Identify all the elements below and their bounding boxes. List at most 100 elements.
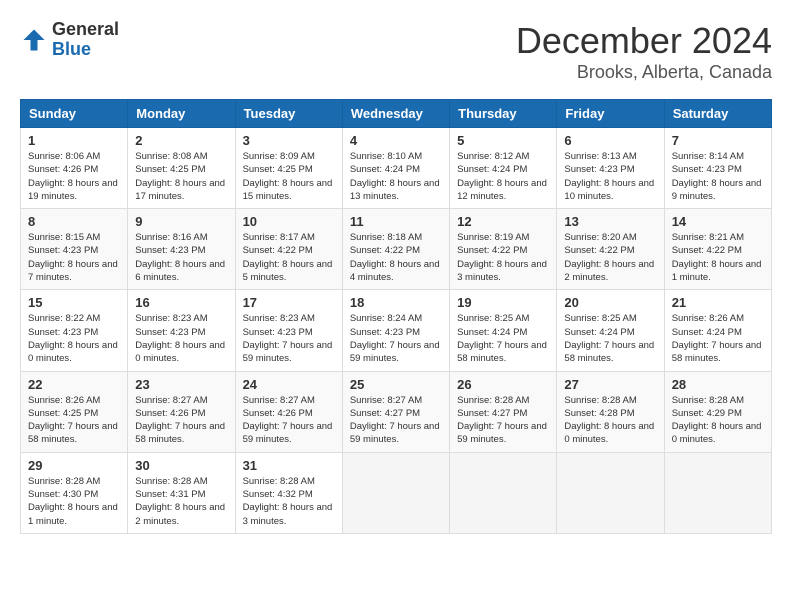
page-header: General Blue December 2024 Brooks, Alber… <box>20 20 772 83</box>
header-day: Thursday <box>450 100 557 128</box>
day-number: 7 <box>672 133 764 148</box>
day-info: Sunrise: 8:17 AMSunset: 4:22 PMDaylight:… <box>243 231 335 284</box>
header-day: Friday <box>557 100 664 128</box>
calendar-cell: 12 Sunrise: 8:19 AMSunset: 4:22 PMDaylig… <box>450 209 557 290</box>
day-number: 13 <box>564 214 656 229</box>
day-info: Sunrise: 8:28 AMSunset: 4:27 PMDaylight:… <box>457 394 549 447</box>
calendar-cell: 13 Sunrise: 8:20 AMSunset: 4:22 PMDaylig… <box>557 209 664 290</box>
day-number: 16 <box>135 295 227 310</box>
calendar-cell: 3 Sunrise: 8:09 AMSunset: 4:25 PMDayligh… <box>235 128 342 209</box>
calendar-cell: 16 Sunrise: 8:23 AMSunset: 4:23 PMDaylig… <box>128 290 235 371</box>
day-number: 3 <box>243 133 335 148</box>
calendar-cell: 18 Sunrise: 8:24 AMSunset: 4:23 PMDaylig… <box>342 290 449 371</box>
day-number: 26 <box>457 377 549 392</box>
calendar-cell: 11 Sunrise: 8:18 AMSunset: 4:22 PMDaylig… <box>342 209 449 290</box>
day-info: Sunrise: 8:26 AMSunset: 4:24 PMDaylight:… <box>672 312 764 365</box>
calendar-week-row: 1 Sunrise: 8:06 AMSunset: 4:26 PMDayligh… <box>21 128 772 209</box>
calendar-cell <box>664 452 771 533</box>
day-info: Sunrise: 8:23 AMSunset: 4:23 PMDaylight:… <box>135 312 227 365</box>
day-info: Sunrise: 8:15 AMSunset: 4:23 PMDaylight:… <box>28 231 120 284</box>
day-info: Sunrise: 8:26 AMSunset: 4:25 PMDaylight:… <box>28 394 120 447</box>
header-day: Monday <box>128 100 235 128</box>
calendar-cell: 26 Sunrise: 8:28 AMSunset: 4:27 PMDaylig… <box>450 371 557 452</box>
header-day: Tuesday <box>235 100 342 128</box>
logo-blue: Blue <box>52 39 91 59</box>
day-info: Sunrise: 8:18 AMSunset: 4:22 PMDaylight:… <box>350 231 442 284</box>
calendar-cell: 15 Sunrise: 8:22 AMSunset: 4:23 PMDaylig… <box>21 290 128 371</box>
day-number: 2 <box>135 133 227 148</box>
day-info: Sunrise: 8:19 AMSunset: 4:22 PMDaylight:… <box>457 231 549 284</box>
day-info: Sunrise: 8:09 AMSunset: 4:25 PMDaylight:… <box>243 150 335 203</box>
day-number: 15 <box>28 295 120 310</box>
calendar-week-row: 15 Sunrise: 8:22 AMSunset: 4:23 PMDaylig… <box>21 290 772 371</box>
day-number: 29 <box>28 458 120 473</box>
calendar-cell: 19 Sunrise: 8:25 AMSunset: 4:24 PMDaylig… <box>450 290 557 371</box>
title-block: December 2024 Brooks, Alberta, Canada <box>516 20 772 83</box>
calendar-header: SundayMondayTuesdayWednesdayThursdayFrid… <box>21 100 772 128</box>
day-number: 30 <box>135 458 227 473</box>
day-info: Sunrise: 8:10 AMSunset: 4:24 PMDaylight:… <box>350 150 442 203</box>
day-number: 12 <box>457 214 549 229</box>
day-info: Sunrise: 8:24 AMSunset: 4:23 PMDaylight:… <box>350 312 442 365</box>
calendar-week-row: 8 Sunrise: 8:15 AMSunset: 4:23 PMDayligh… <box>21 209 772 290</box>
calendar-title: December 2024 <box>516 20 772 62</box>
day-number: 17 <box>243 295 335 310</box>
calendar-week-row: 22 Sunrise: 8:26 AMSunset: 4:25 PMDaylig… <box>21 371 772 452</box>
day-number: 9 <box>135 214 227 229</box>
calendar-cell: 30 Sunrise: 8:28 AMSunset: 4:31 PMDaylig… <box>128 452 235 533</box>
day-number: 19 <box>457 295 549 310</box>
calendar-cell: 17 Sunrise: 8:23 AMSunset: 4:23 PMDaylig… <box>235 290 342 371</box>
calendar-cell <box>450 452 557 533</box>
logo-general: General <box>52 19 119 39</box>
calendar-cell: 8 Sunrise: 8:15 AMSunset: 4:23 PMDayligh… <box>21 209 128 290</box>
day-number: 25 <box>350 377 442 392</box>
day-number: 24 <box>243 377 335 392</box>
header-day: Saturday <box>664 100 771 128</box>
day-number: 20 <box>564 295 656 310</box>
day-number: 23 <box>135 377 227 392</box>
day-info: Sunrise: 8:16 AMSunset: 4:23 PMDaylight:… <box>135 231 227 284</box>
header-day: Sunday <box>21 100 128 128</box>
day-info: Sunrise: 8:28 AMSunset: 4:29 PMDaylight:… <box>672 394 764 447</box>
header-day: Wednesday <box>342 100 449 128</box>
day-number: 8 <box>28 214 120 229</box>
day-number: 1 <box>28 133 120 148</box>
day-info: Sunrise: 8:28 AMSunset: 4:31 PMDaylight:… <box>135 475 227 528</box>
logo: General Blue <box>20 20 119 60</box>
logo-icon <box>20 26 48 54</box>
day-info: Sunrise: 8:12 AMSunset: 4:24 PMDaylight:… <box>457 150 549 203</box>
day-info: Sunrise: 8:25 AMSunset: 4:24 PMDaylight:… <box>457 312 549 365</box>
calendar-cell: 1 Sunrise: 8:06 AMSunset: 4:26 PMDayligh… <box>21 128 128 209</box>
day-info: Sunrise: 8:14 AMSunset: 4:23 PMDaylight:… <box>672 150 764 203</box>
day-info: Sunrise: 8:27 AMSunset: 4:26 PMDaylight:… <box>243 394 335 447</box>
day-info: Sunrise: 8:21 AMSunset: 4:22 PMDaylight:… <box>672 231 764 284</box>
day-info: Sunrise: 8:27 AMSunset: 4:27 PMDaylight:… <box>350 394 442 447</box>
calendar-cell: 31 Sunrise: 8:28 AMSunset: 4:32 PMDaylig… <box>235 452 342 533</box>
calendar-cell: 14 Sunrise: 8:21 AMSunset: 4:22 PMDaylig… <box>664 209 771 290</box>
day-number: 27 <box>564 377 656 392</box>
day-number: 14 <box>672 214 764 229</box>
day-number: 6 <box>564 133 656 148</box>
calendar-cell: 9 Sunrise: 8:16 AMSunset: 4:23 PMDayligh… <box>128 209 235 290</box>
day-number: 5 <box>457 133 549 148</box>
logo-text: General Blue <box>52 20 119 60</box>
calendar-cell: 29 Sunrise: 8:28 AMSunset: 4:30 PMDaylig… <box>21 452 128 533</box>
day-info: Sunrise: 8:06 AMSunset: 4:26 PMDaylight:… <box>28 150 120 203</box>
day-number: 11 <box>350 214 442 229</box>
calendar-cell: 5 Sunrise: 8:12 AMSunset: 4:24 PMDayligh… <box>450 128 557 209</box>
calendar-cell: 4 Sunrise: 8:10 AMSunset: 4:24 PMDayligh… <box>342 128 449 209</box>
calendar-table: SundayMondayTuesdayWednesdayThursdayFrid… <box>20 99 772 534</box>
calendar-cell <box>342 452 449 533</box>
day-info: Sunrise: 8:28 AMSunset: 4:32 PMDaylight:… <box>243 475 335 528</box>
day-info: Sunrise: 8:25 AMSunset: 4:24 PMDaylight:… <box>564 312 656 365</box>
calendar-cell: 28 Sunrise: 8:28 AMSunset: 4:29 PMDaylig… <box>664 371 771 452</box>
header-row: SundayMondayTuesdayWednesdayThursdayFrid… <box>21 100 772 128</box>
calendar-cell: 6 Sunrise: 8:13 AMSunset: 4:23 PMDayligh… <box>557 128 664 209</box>
day-info: Sunrise: 8:08 AMSunset: 4:25 PMDaylight:… <box>135 150 227 203</box>
day-info: Sunrise: 8:22 AMSunset: 4:23 PMDaylight:… <box>28 312 120 365</box>
day-number: 18 <box>350 295 442 310</box>
day-info: Sunrise: 8:23 AMSunset: 4:23 PMDaylight:… <box>243 312 335 365</box>
day-info: Sunrise: 8:28 AMSunset: 4:28 PMDaylight:… <box>564 394 656 447</box>
calendar-cell: 22 Sunrise: 8:26 AMSunset: 4:25 PMDaylig… <box>21 371 128 452</box>
day-number: 21 <box>672 295 764 310</box>
